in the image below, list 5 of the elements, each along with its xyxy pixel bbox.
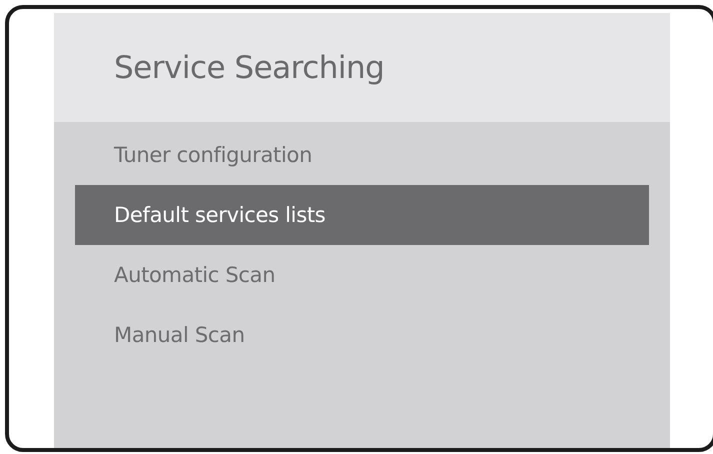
menu-title: Service Searching xyxy=(114,50,384,86)
menu-item[interactable]: Automatic Scan xyxy=(75,245,649,305)
menu-item[interactable]: Tuner configuration xyxy=(75,125,649,185)
menu-item[interactable]: Manual Scan xyxy=(75,305,649,365)
menu-item[interactable]: Default services lists xyxy=(75,185,649,245)
